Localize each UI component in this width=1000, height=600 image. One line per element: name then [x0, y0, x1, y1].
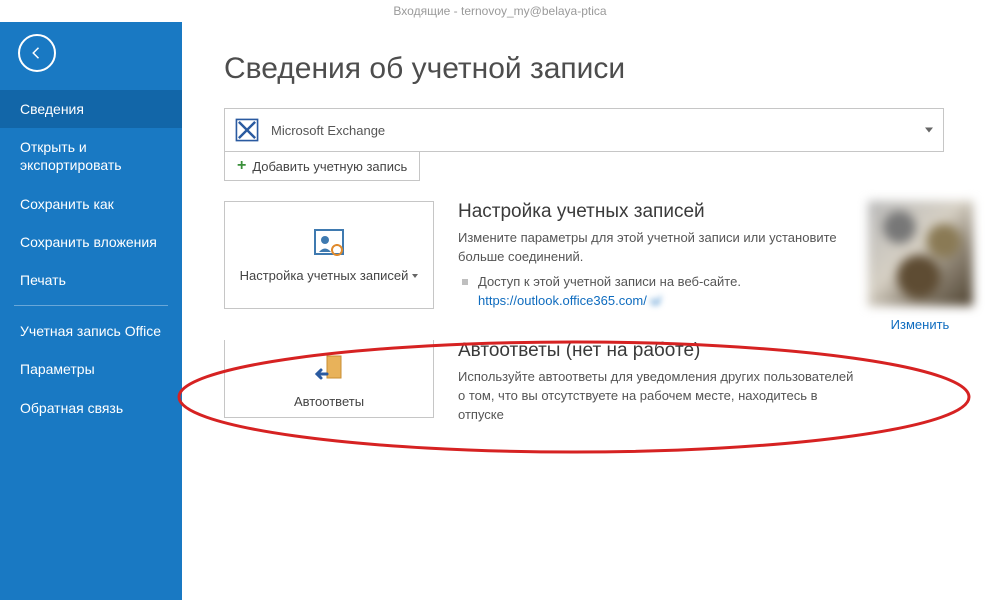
autoreply-tile-label: Автоответы	[294, 394, 364, 410]
sidebar-item-save-attachments[interactable]: Сохранить вложения	[0, 223, 182, 261]
autoreply-description: Используйте автоответы для уведомления д…	[458, 368, 858, 425]
autoreply-heading: Автоответы (нет на работе)	[458, 340, 858, 362]
chevron-down-icon	[412, 274, 418, 278]
account-settings-heading: Настройка учетных записей	[458, 201, 858, 223]
autoreply-tile[interactable]: Автоответы	[224, 340, 434, 417]
sidebar-item-options[interactable]: Параметры	[0, 350, 182, 388]
account-settings-tile[interactable]: Настройка учетных записей	[224, 201, 434, 309]
owa-link[interactable]: https://outlook.office365.com/ u/	[478, 293, 661, 308]
account-settings-tile-label: Настройка учетных записей	[240, 268, 419, 284]
bullet-icon	[462, 279, 468, 285]
page-title: Сведения об учетной записи	[224, 52, 970, 86]
add-account-label: Добавить учетную запись	[252, 159, 407, 174]
arrow-left-icon	[28, 44, 46, 62]
back-button[interactable]	[18, 34, 56, 72]
sidebar-item-open-export[interactable]: Открыть и экспортировать	[0, 128, 182, 184]
sidebar-separator	[14, 305, 168, 306]
sidebar-item-save-as[interactable]: Сохранить как	[0, 185, 182, 223]
account-type-label: Microsoft Exchange	[271, 123, 385, 138]
account-selector[interactable]: Microsoft Exchange	[224, 108, 944, 152]
sidebar-item-print[interactable]: Печать	[0, 261, 182, 299]
account-photo	[868, 201, 973, 306]
main-panel: Сведения об учетной записи Microsoft Exc…	[182, 22, 1000, 600]
chevron-down-icon	[925, 128, 933, 133]
sidebar-item-info[interactable]: Сведения	[0, 90, 182, 128]
sidebar-item-office-account[interactable]: Учетная запись Office	[0, 312, 182, 350]
web-access-text: Доступ к этой учетной записи на веб-сайт…	[478, 274, 741, 289]
plus-icon: +	[237, 157, 246, 175]
change-photo-link[interactable]: Изменить	[891, 317, 950, 332]
add-account-button[interactable]: + Добавить учетную запись	[224, 152, 420, 181]
sidebar-item-feedback[interactable]: Обратная связь	[0, 389, 182, 427]
account-settings-description: Измените параметры для этой учетной запи…	[458, 229, 858, 267]
backstage-sidebar: Сведения Открыть и экспортировать Сохран…	[0, 22, 182, 600]
window-title: Входящие - ternovoy_my@belaya-ptica	[0, 0, 1000, 22]
exchange-icon	[231, 114, 263, 146]
account-settings-icon	[311, 226, 347, 262]
autoreply-icon	[311, 352, 347, 388]
